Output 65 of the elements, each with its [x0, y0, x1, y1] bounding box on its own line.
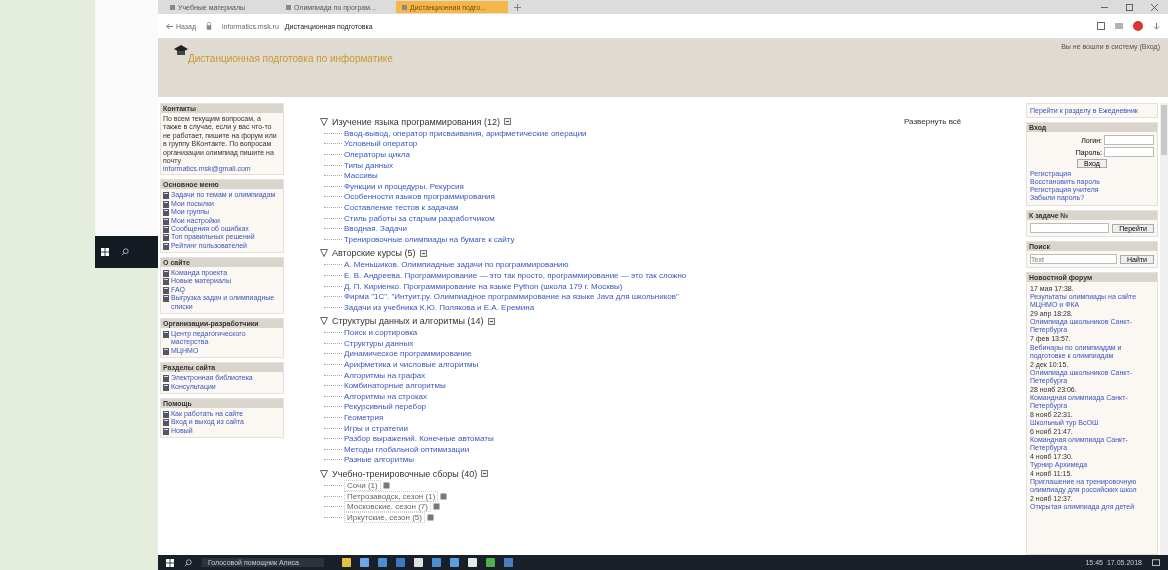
- subsection-link[interactable]: Московские, сезон (7): [344, 501, 431, 513]
- triangle-icon[interactable]: [320, 249, 328, 258]
- course-link[interactable]: Алгоритмы на графах: [344, 370, 426, 380]
- section-title[interactable]: Авторские курсы (5): [332, 248, 416, 259]
- back-arrow-icon[interactable]: [166, 22, 173, 30]
- subsection-link[interactable]: Петрозаводск, сезон (1): [344, 490, 439, 502]
- course-link[interactable]: Алгоритмы на строках: [344, 391, 428, 401]
- course-link[interactable]: Структуры данных: [344, 338, 414, 348]
- download-icon[interactable]: [1153, 22, 1160, 30]
- course-link[interactable]: Динамическое программирование: [344, 349, 472, 359]
- search-icon[interactable]: [121, 248, 129, 256]
- page-icon: [163, 331, 169, 339]
- windows-icon[interactable]: [166, 558, 174, 567]
- collapse-icon[interactable]: [503, 118, 511, 125]
- course-link[interactable]: Тренировочные олимпиады на бумаге к сайту: [344, 234, 515, 244]
- course-link[interactable]: Геометрия: [344, 413, 384, 423]
- plus-icon[interactable]: [514, 3, 521, 11]
- course-link[interactable]: Д. П. Кириенко. Программирование на языке Python (школа 179 г. Москвы): [344, 281, 623, 291]
- expand-icon[interactable]: [382, 482, 390, 489]
- course-link[interactable]: Методы глобальной оптимизации: [344, 444, 470, 454]
- collapse-icon[interactable]: [419, 249, 427, 257]
- section-title[interactable]: Структуры данных и алгоритмы (14): [332, 316, 484, 326]
- course-link[interactable]: Разные алгоритмы: [344, 455, 415, 465]
- course-link[interactable]: Разбор выражений. Конечные автоматы: [344, 434, 494, 444]
- course-link[interactable]: Рекурсивный перебор: [344, 402, 427, 412]
- triangle-icon[interactable]: [320, 117, 328, 126]
- problem-number-field[interactable]: [1030, 223, 1110, 234]
- close-icon[interactable]: [1151, 3, 1158, 11]
- course-link[interactable]: Операторы цикла: [344, 150, 410, 159]
- course-link[interactable]: Составление тестов к задачам: [344, 202, 459, 212]
- course-link[interactable]: Арифметика и числовые алгоритмы: [344, 360, 479, 370]
- triangle-icon[interactable]: [320, 317, 328, 325]
- section-title[interactable]: Изучение языка программирования (12): [332, 116, 500, 127]
- course-link[interactable]: А. Меньшиков. Олимпиадные задачи по программированию: [344, 260, 569, 270]
- triangle-icon[interactable]: [320, 469, 328, 478]
- course-link[interactable]: Задачи из учебника К.Ю. Полякова и Е.А. Еремина: [344, 302, 535, 312]
- notification-icon[interactable]: [1152, 558, 1160, 567]
- password-field[interactable]: [1104, 147, 1154, 157]
- course-link[interactable]: Стиль работы за старым разработчиком: [344, 213, 495, 223]
- course-link[interactable]: Массивы: [344, 171, 378, 181]
- course-link[interactable]: Фирма "1С". "Интуит.ру. Олимпиадное программирование на языке Java для школьников": [344, 292, 679, 302]
- search-icon[interactable]: [184, 558, 192, 567]
- course-link[interactable]: Е. В. Андреева. Программирование — это так просто, программирование — это так сложно: [344, 270, 687, 280]
- course-link[interactable]: Ввод-вывод, оператор присваивания, арифметические операции: [344, 128, 587, 138]
- course-link[interactable]: Типы данных: [344, 160, 393, 170]
- course-link[interactable]: Вводная. Задачи: [344, 224, 407, 234]
- subsection-link[interactable]: Иркутские, сезон (5): [344, 511, 425, 523]
- scrollbar[interactable]: [1160, 103, 1168, 555]
- maximize-icon[interactable]: [1126, 3, 1133, 11]
- course-link[interactable]: Игры и стратегии: [344, 423, 409, 433]
- collapse-icon[interactable]: [481, 470, 489, 478]
- expand-all-link[interactable]: Развернуть всё: [904, 117, 962, 126]
- graduation-cap-icon: [174, 45, 188, 57]
- section-title[interactable]: Учебно-тренировочные сборы (40): [332, 468, 478, 479]
- course-link[interactable]: Поиск и сортировка: [344, 328, 418, 338]
- bookmark-icon[interactable]: [1097, 22, 1105, 30]
- username-field[interactable]: [1104, 135, 1154, 145]
- lock-icon: [206, 22, 213, 30]
- subsection-link[interactable]: Сочи (1): [344, 480, 381, 491]
- course-link[interactable]: Функции и процедуры. Рекурсия: [344, 181, 464, 191]
- course-link[interactable]: Условный оператор: [344, 139, 418, 149]
- course-link[interactable]: Комбинаторные алгоритмы: [344, 381, 446, 391]
- course-link[interactable]: Особенности языков программирования: [344, 192, 495, 202]
- collapse-icon[interactable]: [487, 317, 495, 325]
- page-icon: [163, 347, 169, 355]
